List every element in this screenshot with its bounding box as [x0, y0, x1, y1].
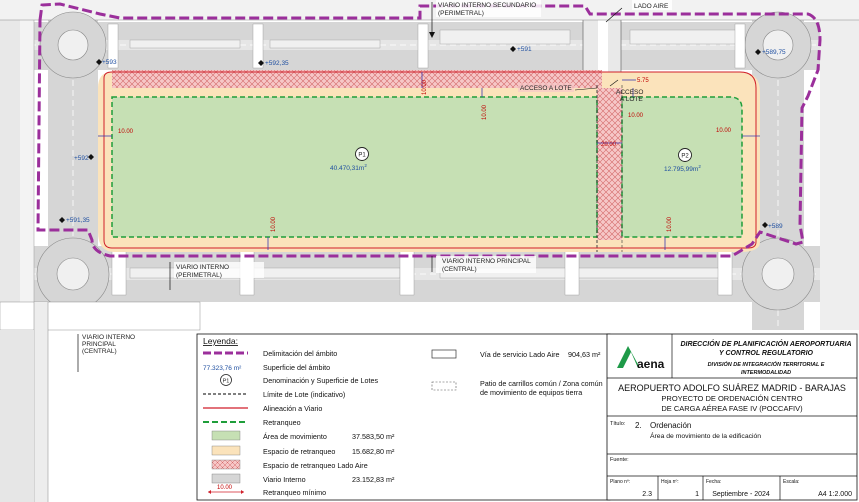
legend-item-0: Delimitación del ámbito [263, 349, 337, 358]
legend-right-1b: de movimiento de equipos tierra [480, 388, 582, 397]
tb-hoja-value: 1 [695, 491, 699, 498]
label-acceso-a: ACCESO [616, 89, 643, 96]
elev-4: +589,75 [762, 49, 786, 56]
dim-corner: 5.75 [637, 78, 649, 84]
tb-project-1: PROYECTO DE ORDENACIÓN CENTRO [661, 394, 802, 403]
lot-p2-area: 12.795,99m2 [664, 164, 701, 173]
tb-airport: AEROPUERTO ADOLFO SUÁREZ MADRID - BARAJA… [618, 383, 846, 393]
legend-right-0-value: 904,63 m² [568, 350, 601, 359]
lot-p1-id: P1 [358, 153, 366, 159]
label-secundario-sub: (PERIMETRAL) [438, 10, 484, 17]
tb-escala-value: A4 1:2.000 [818, 491, 852, 498]
legend-lot-symbol: P1 [223, 378, 230, 384]
roundabout-top-left [39, 11, 107, 79]
dim-left: 10.00 [118, 129, 134, 135]
elev-1: +593 [102, 59, 117, 66]
dim-top-a: 10.00 [482, 104, 488, 120]
legend-item-3: Límite de Lote (indicativo) [263, 390, 345, 399]
label-principal: VIARIO INTERNO PRINCIPAL [442, 258, 531, 265]
tb-fecha-value: Septiembre - 2024 [712, 491, 770, 498]
elev-3: +591 [517, 46, 532, 53]
label-acceso-b: A LOTE [620, 96, 643, 103]
legend-item-6-value: 37.583,50 m² [352, 432, 395, 441]
legend-surface-value: 77.323,76 m² [203, 365, 242, 372]
legend-item-6: Área de movimiento [263, 432, 327, 441]
legend-item-5: Retranqueo [263, 418, 301, 427]
elev-5: +592 [74, 155, 89, 162]
dim-strip: 20.00 [601, 142, 617, 148]
label-principal-sub: (CENTRAL) [442, 266, 477, 273]
tb-titulo-label: Título: [610, 421, 626, 427]
legend-item-9: Viario Interno [263, 475, 306, 484]
roundabout-top-right [744, 11, 812, 79]
label-principal-left-2: PRINCIPAL [82, 341, 116, 348]
site-plan: 10.00 10.00 10.00 10.00 10.00 10.00 20.0… [0, 0, 859, 502]
setback-lado-aire-strip [597, 88, 622, 240]
dim-mid: 10.00 [422, 79, 428, 95]
title-block: aena DIRECCIÓN DE PLANIFICACIÓN AEROPORT… [606, 333, 858, 501]
tb-project-2: DE CARGA AÉREA FASE IV (POCCAFIV) [661, 404, 803, 413]
lot-p2-id: P2 [681, 154, 689, 160]
tb-fecha-label: Fecha: [706, 479, 721, 485]
aena-logo-text: aena [637, 357, 665, 371]
tb-plano-label: Plano nº: [610, 479, 630, 485]
legend-item-4: Alineación a Viario [263, 404, 322, 413]
legend-item-1: Superficie del ámbito [263, 363, 330, 372]
legend-item-2: Denominación y Superficie de Lotes [263, 376, 378, 385]
lot-p1-area: 40.470,31m2 [330, 163, 367, 172]
label-principal-left-1: VIARIO INTERNO [82, 334, 135, 341]
legend-right-1: Patio de carrillos común / Zona común [480, 379, 603, 388]
legend-item-9-value: 23.152,83 m² [352, 475, 395, 484]
legend-item-8: Espacio de retranqueo Lado Aire [263, 461, 368, 470]
dim-bottom-b: 10.00 [667, 216, 673, 232]
tb-division-1: DIVISIÓN DE INTEGRACIÓN TERRITORIAL E [708, 361, 825, 368]
label-secundario: VIARIO INTERNO SECUNDARIO [438, 2, 536, 9]
elev-6: +591,35 [66, 217, 90, 224]
label-acceso-lote: ACCESO A LOTE [520, 85, 572, 92]
label-lado-aire: LADO AIRE [634, 3, 669, 10]
tb-titulo-main: Ordenación [650, 421, 691, 430]
tb-plano-value: 2.3 [642, 491, 652, 498]
tb-fuente-label: Fuente: [610, 457, 629, 463]
elev-2: +592,35 [265, 60, 289, 67]
dim-bottom-a: 10.00 [271, 216, 277, 232]
roundabout-bottom-left [36, 237, 110, 311]
dim-top-b: 10.00 [628, 113, 644, 119]
tb-titulo-num: 2. [635, 421, 642, 430]
tb-direccion-2: Y CONTROL REGULATORIO [719, 350, 814, 357]
dim-right: 10.00 [716, 128, 732, 134]
legend-item-10: Retranqueo mínimo [263, 488, 326, 497]
tb-titulo-sub: Área de movimiento de la edificación [650, 431, 761, 440]
label-principal-left-3: (CENTRAL) [82, 348, 117, 355]
legend-item-7-value: 15.682,80 m² [352, 447, 395, 456]
tb-division-2: INTERMODALIDAD [741, 370, 791, 376]
legend-item-7: Espacio de retranqueo [263, 447, 335, 456]
label-perimetral-sub: (PERIMETRAL) [176, 272, 222, 279]
tb-hoja-label: Hoja nº: [661, 479, 679, 485]
tb-escala-label: Escala: [783, 479, 799, 485]
legend-min-dim-sample: 10.00 [217, 485, 233, 491]
legend-panel: Leyenda: 77.323,76 m² P1 10.00 Delimitac… [196, 333, 611, 501]
tb-direccion-1: DIRECCIÓN DE PLANIFICACIÓN AEROPORTUARIA [680, 339, 851, 348]
label-perimetral: VIARIO INTERNO [176, 264, 229, 271]
legend-right-0: Vía de servicio Lado Aire [480, 350, 560, 359]
elev-7: +589 [768, 223, 783, 230]
legend-title: Leyenda: [203, 336, 238, 346]
